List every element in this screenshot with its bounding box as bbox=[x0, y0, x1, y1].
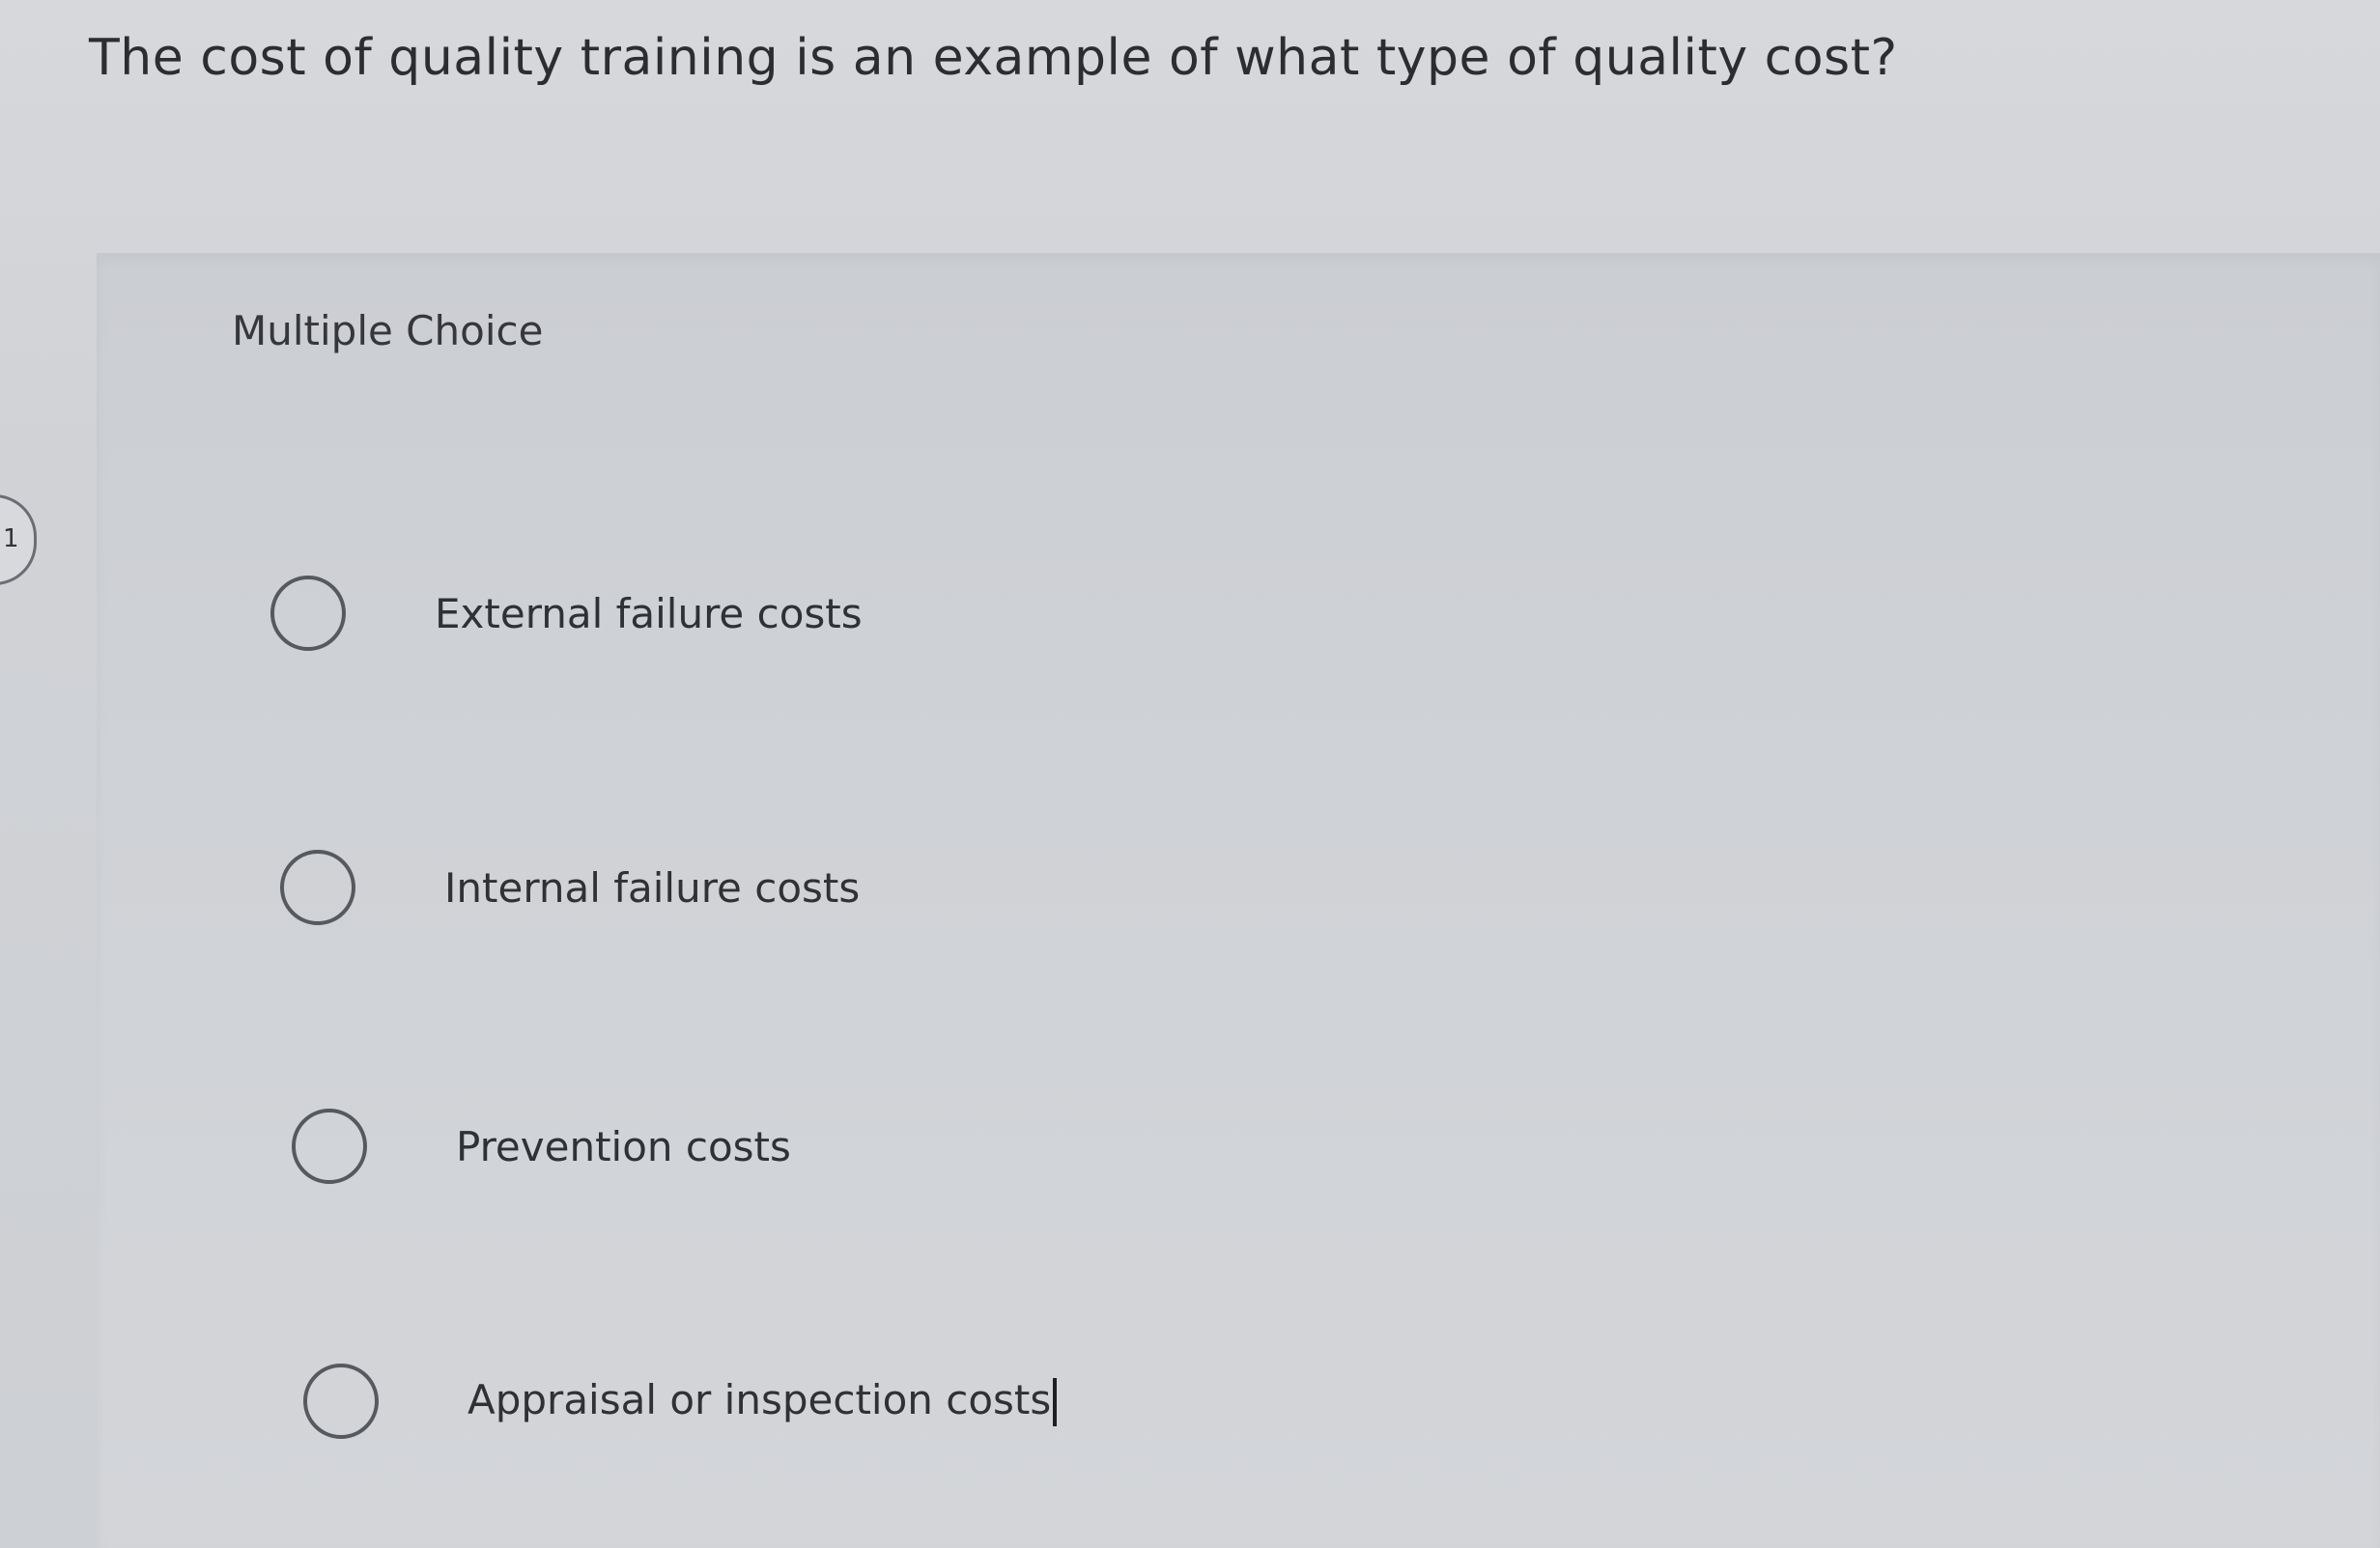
option-label[interactable]: Prevention costs bbox=[456, 1123, 791, 1170]
question-text: The cost of quality training is an examp… bbox=[89, 29, 1898, 87]
radio-unchecked-icon[interactable] bbox=[303, 1364, 379, 1439]
option-internal-failure[interactable]: Internal failure costs bbox=[280, 850, 860, 925]
option-label[interactable]: Appraisal or inspection costs bbox=[468, 1376, 1051, 1423]
screen: The cost of quality training is an examp… bbox=[0, 0, 2380, 1548]
radio-unchecked-icon[interactable] bbox=[280, 850, 355, 925]
text-cursor-icon bbox=[1053, 1378, 1058, 1427]
option-appraisal[interactable]: Appraisal or inspection costs bbox=[303, 1364, 1058, 1439]
question-nav-tab[interactable]: 1 bbox=[0, 494, 37, 585]
radio-unchecked-icon[interactable] bbox=[292, 1109, 367, 1184]
option-label[interactable]: Internal failure costs bbox=[444, 864, 860, 912]
option-label-wrap[interactable]: Appraisal or inspection costs bbox=[468, 1376, 1058, 1427]
option-external-failure[interactable]: External failure costs bbox=[270, 576, 863, 651]
radio-unchecked-icon[interactable] bbox=[270, 576, 346, 651]
option-prevention[interactable]: Prevention costs bbox=[292, 1109, 791, 1184]
question-type-label: Multiple Choice bbox=[232, 307, 544, 354]
question-nav-tab-label: 1 bbox=[3, 524, 19, 553]
option-label[interactable]: External failure costs bbox=[435, 590, 863, 637]
